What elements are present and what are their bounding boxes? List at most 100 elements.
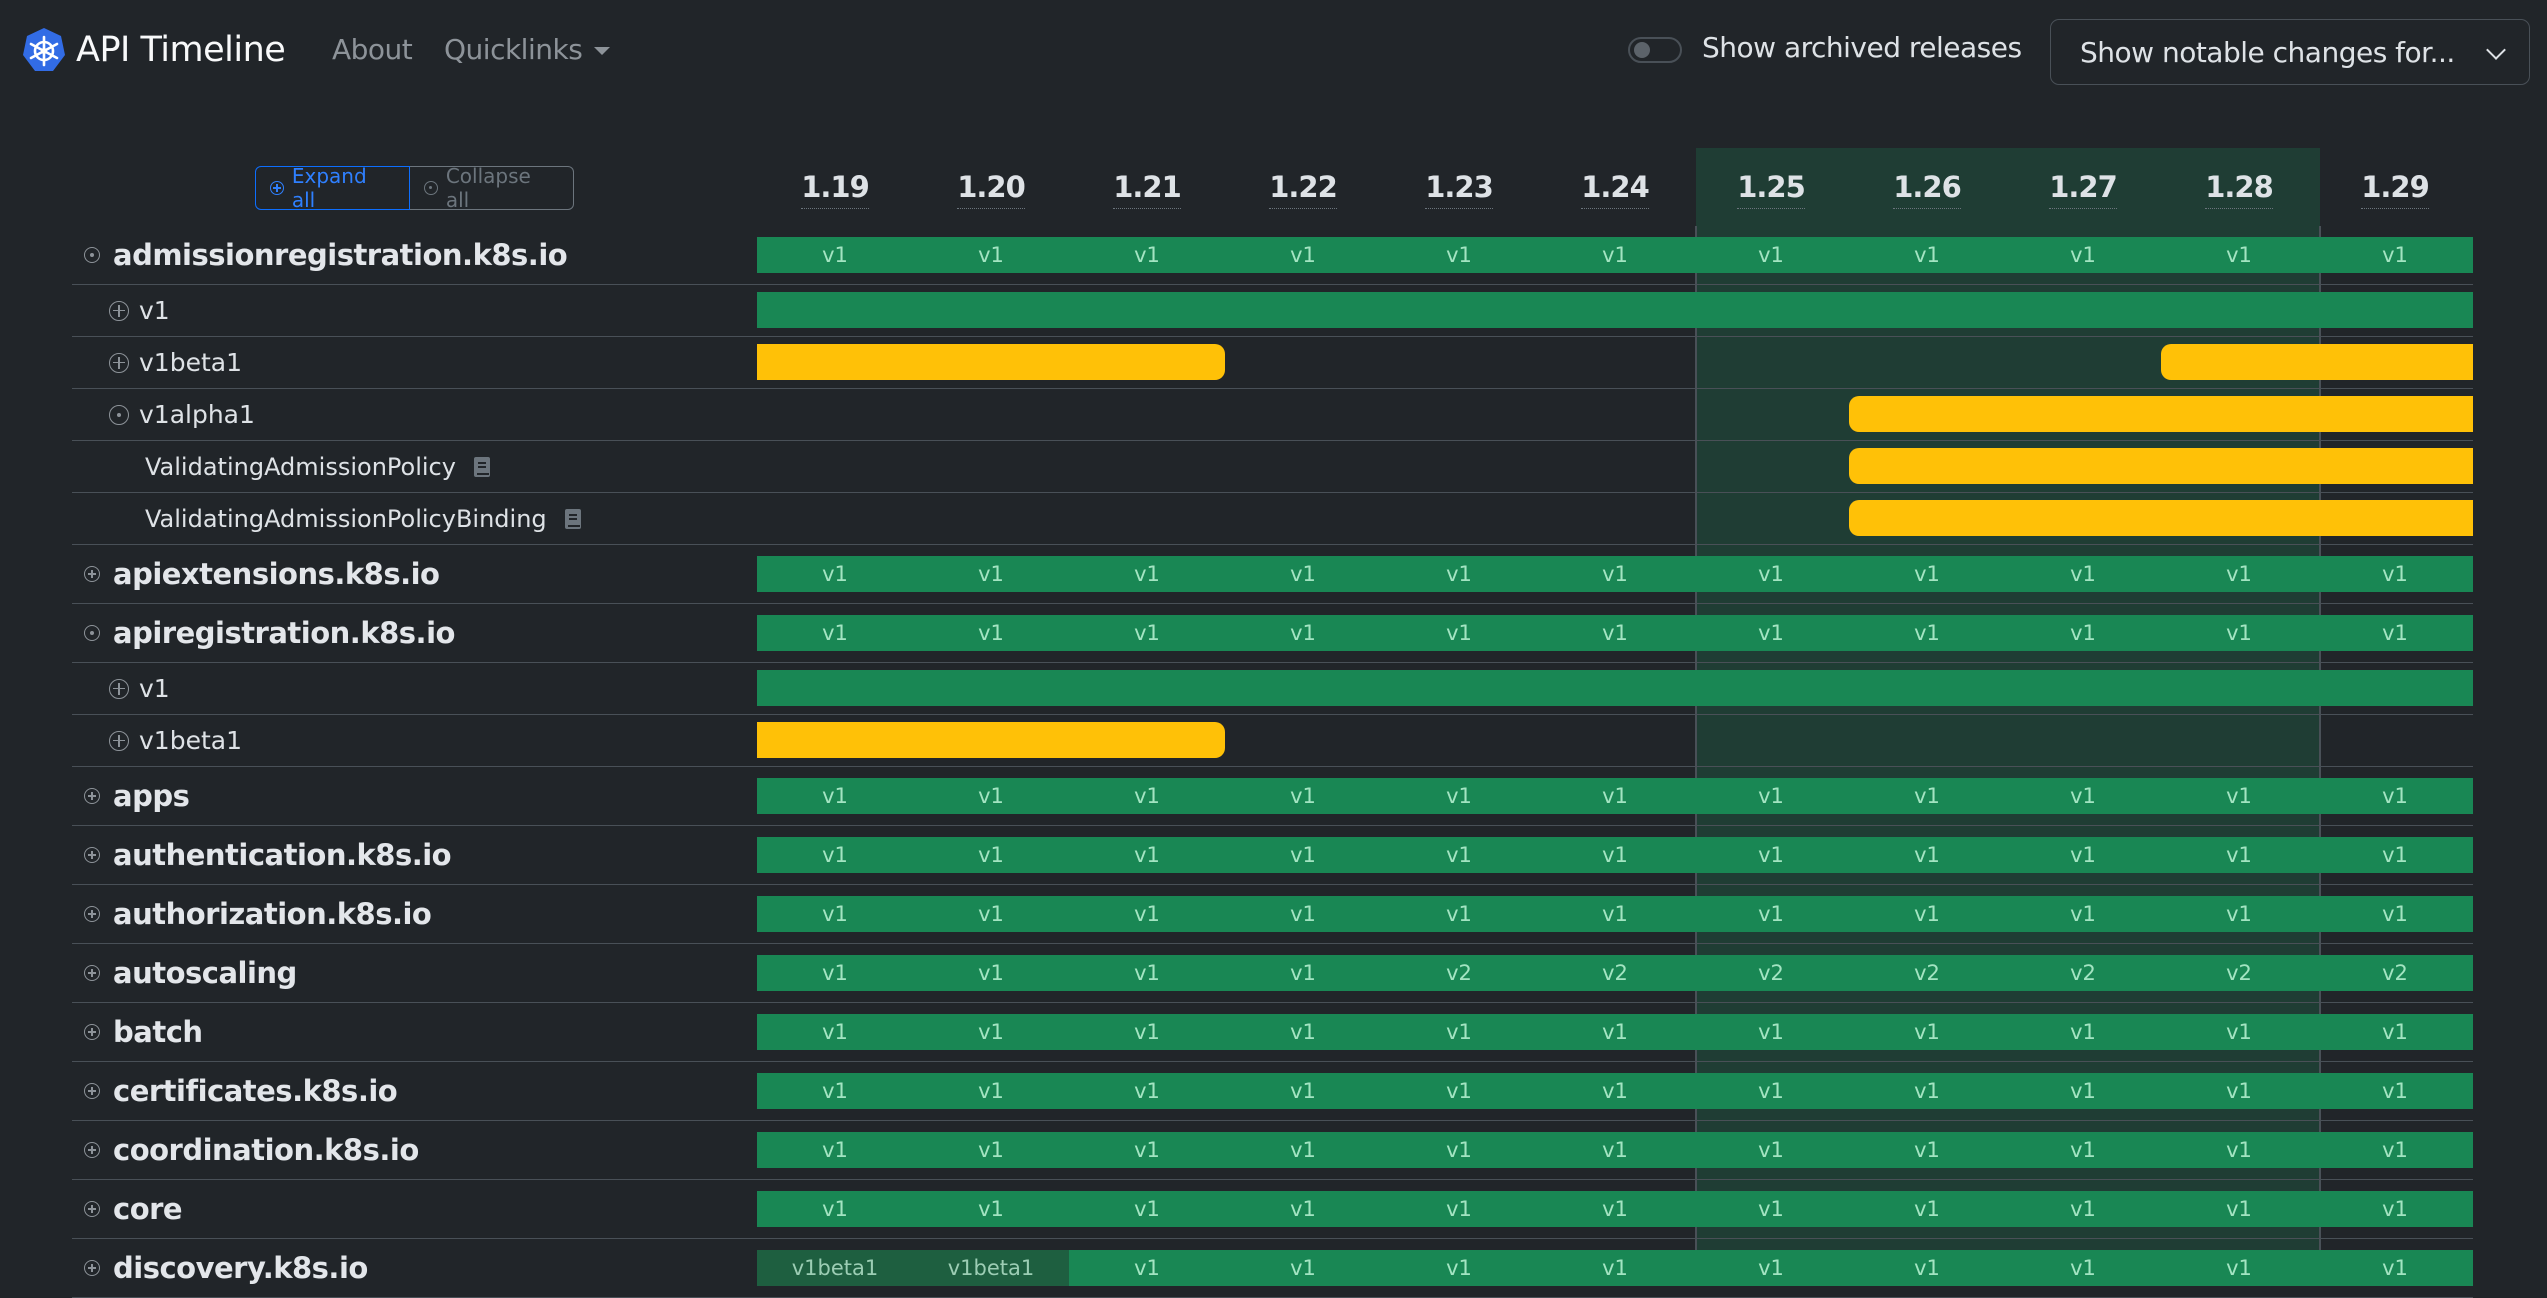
timeline-cell[interactable]: v1 [913, 895, 1069, 932]
timeline-cell[interactable]: v1 [1225, 614, 1381, 651]
timeline-cell[interactable]: v1 [1381, 836, 1537, 873]
timeline-cell[interactable]: v1 [2005, 836, 2161, 873]
timeline-cell[interactable]: v1 [1693, 1249, 1849, 1286]
collapse-circle-icon[interactable] [84, 625, 100, 641]
timeline-cell[interactable]: v1 [757, 954, 913, 991]
prerelease-bar[interactable] [2161, 344, 2473, 380]
timeline-cell[interactable]: v1 [1225, 236, 1381, 273]
group-label[interactable]: autoscaling [72, 944, 297, 1002]
timeline-cell[interactable]: v1 [1537, 777, 1693, 814]
expand-circle-icon[interactable] [109, 300, 129, 321]
timeline-cell[interactable]: v1 [1693, 777, 1849, 814]
timeline-cell[interactable]: v1 [1225, 954, 1381, 991]
archived-releases-toggle[interactable] [1628, 37, 1682, 63]
timeline-cell[interactable]: v1 [1381, 777, 1537, 814]
timeline-cell[interactable]: v1 [2161, 1013, 2317, 1050]
timeline-cell[interactable]: v1 [2317, 836, 2473, 873]
timeline-cell[interactable]: v1 [2317, 614, 2473, 651]
expand-circle-icon[interactable] [84, 1024, 100, 1040]
timeline-cell[interactable]: v1 [1849, 1013, 2005, 1050]
version-label[interactable]: v1beta1 [72, 337, 242, 388]
timeline-cell[interactable]: v1 [1381, 555, 1537, 592]
timeline-cell[interactable]: v1 [2161, 836, 2317, 873]
timeline-cell[interactable]: v1 [1849, 555, 2005, 592]
timeline-cell[interactable]: v1 [1537, 1072, 1693, 1109]
group-label[interactable]: apps [72, 767, 190, 825]
timeline-cell[interactable]: v1 [1381, 614, 1537, 651]
timeline-cell[interactable]: v1 [757, 1013, 913, 1050]
version-header[interactable]: 1.28 [2161, 170, 2317, 209]
timeline-cell[interactable]: v1 [2005, 555, 2161, 592]
timeline-cell[interactable]: v2 [1537, 954, 1693, 991]
timeline-cell[interactable]: v1beta1 [757, 1249, 913, 1286]
timeline-cell[interactable]: v1 [1069, 895, 1225, 932]
kind-label[interactable]: ValidatingAdmissionPolicyBinding [72, 493, 581, 544]
timeline-cell[interactable]: v1 [2317, 777, 2473, 814]
group-label[interactable]: admissionregistration.k8s.io [72, 226, 568, 284]
group-label[interactable]: authentication.k8s.io [72, 826, 452, 884]
timeline-cell[interactable]: v1 [1225, 1013, 1381, 1050]
timeline-cell[interactable]: v2 [1693, 954, 1849, 991]
version-header[interactable]: 1.21 [1069, 170, 1225, 209]
timeline-cell[interactable]: v1 [1849, 614, 2005, 651]
timeline-cell[interactable]: v1 [1693, 555, 1849, 592]
version-header[interactable]: 1.26 [1849, 170, 2005, 209]
expand-circle-icon[interactable] [84, 1142, 100, 1158]
kind-label[interactable]: ValidatingAdmissionPolicy [72, 441, 490, 492]
timeline-cell[interactable]: v1 [2317, 1013, 2473, 1050]
timeline-cell[interactable]: v1 [2161, 1131, 2317, 1168]
timeline-cell[interactable]: v1 [1069, 1249, 1225, 1286]
timeline-cell[interactable]: v1 [757, 1072, 913, 1109]
timeline-cell[interactable]: v1 [1225, 777, 1381, 814]
expand-circle-icon[interactable] [84, 1083, 100, 1099]
version-label[interactable]: v1alpha1 [72, 389, 255, 440]
timeline-cell[interactable]: v1 [1537, 555, 1693, 592]
group-label[interactable]: apiextensions.k8s.io [72, 545, 440, 603]
timeline-cell[interactable]: v1 [2005, 236, 2161, 273]
timeline-cell[interactable]: v1 [913, 555, 1069, 592]
archived-releases-label[interactable]: Show archived releases [1702, 31, 2022, 64]
timeline-cell[interactable]: v1 [1693, 614, 1849, 651]
group-label[interactable]: apiregistration.k8s.io [72, 604, 455, 662]
timeline-cell[interactable]: v1 [1381, 1190, 1537, 1227]
expand-circle-icon[interactable] [84, 906, 100, 922]
version-label[interactable]: v1 [72, 285, 170, 336]
timeline-cell[interactable]: v1 [2317, 555, 2473, 592]
timeline-cell[interactable]: v1 [913, 1190, 1069, 1227]
timeline-cell[interactable]: v1 [1225, 1131, 1381, 1168]
timeline-cell[interactable]: v1 [757, 236, 913, 273]
group-label[interactable]: batch [72, 1003, 203, 1061]
timeline-cell[interactable]: v1 [2005, 1072, 2161, 1109]
prerelease-bar[interactable] [1849, 448, 2473, 484]
timeline-cell[interactable]: v1 [2317, 1072, 2473, 1109]
timeline-cell[interactable]: v2 [1381, 954, 1537, 991]
expand-circle-icon[interactable] [109, 730, 129, 751]
timeline-cell[interactable]: v1 [2317, 1190, 2473, 1227]
timeline-cell[interactable]: v1 [2005, 777, 2161, 814]
timeline-cell[interactable]: v1 [1225, 836, 1381, 873]
group-label[interactable]: coordination.k8s.io [72, 1121, 419, 1179]
timeline-cell[interactable]: v1 [1693, 1013, 1849, 1050]
timeline-cell[interactable]: v1 [2317, 895, 2473, 932]
timeline-cell[interactable]: v1 [1693, 895, 1849, 932]
timeline-cell[interactable]: v1 [757, 1190, 913, 1227]
nav-quicklinks-dropdown[interactable]: Quicklinks [444, 33, 611, 66]
timeline-cell[interactable]: v1 [1537, 1190, 1693, 1227]
timeline-cell[interactable]: v1 [913, 954, 1069, 991]
group-label[interactable]: discovery.k8s.io [72, 1239, 368, 1297]
timeline-cell[interactable]: v1 [1849, 1190, 2005, 1227]
timeline-cell[interactable]: v1 [757, 555, 913, 592]
version-header[interactable]: 1.27 [2005, 170, 2161, 209]
expand-circle-icon[interactable] [84, 788, 100, 804]
timeline-cell[interactable]: v1 [2161, 895, 2317, 932]
timeline-cell[interactable]: v1 [2317, 1249, 2473, 1286]
timeline-cell[interactable]: v1 [757, 614, 913, 651]
notable-changes-select[interactable]: Show notable changes for... [2050, 19, 2530, 85]
timeline-cell[interactable]: v1 [1537, 836, 1693, 873]
timeline-cell[interactable]: v1 [1381, 1131, 1537, 1168]
brand[interactable]: API Timeline [22, 27, 286, 73]
timeline-cell[interactable]: v1 [1069, 1190, 1225, 1227]
version-header[interactable]: 1.19 [757, 170, 913, 209]
timeline-cell[interactable]: v1 [1069, 1013, 1225, 1050]
timeline-cell[interactable]: v1 [1693, 1131, 1849, 1168]
